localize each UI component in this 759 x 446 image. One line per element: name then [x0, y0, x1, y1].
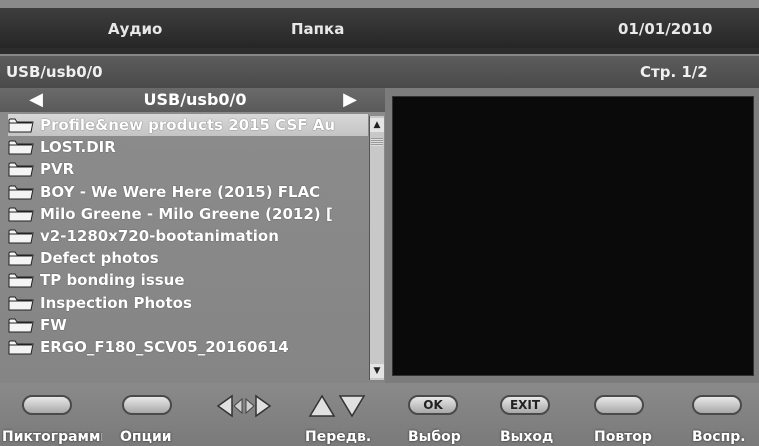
folder-nav-label: USB/usb0/0	[143, 90, 247, 109]
folder-icon	[8, 273, 34, 288]
thumbnails-label: Пиктограммы	[2, 429, 102, 445]
folder-icon	[8, 162, 34, 177]
file-name: LOST.DIR	[40, 138, 116, 157]
view-mode-label: Папка	[291, 20, 345, 38]
file-name: Profile&new products 2015 CSF Au	[40, 116, 336, 134]
file-list-item[interactable]: Inspection Photos	[8, 292, 368, 314]
up-down-arrows-icon[interactable]	[308, 393, 366, 419]
page-indicator: Стр. 1/2	[640, 63, 708, 81]
repeat-label: Повтор	[594, 429, 652, 445]
file-name: ERGO_F180_SCV05_20160614	[40, 338, 289, 356]
left-right-arrows-icon[interactable]	[216, 393, 272, 419]
file-list-item[interactable]: Milo Greene - Milo Greene (2012) [	[8, 203, 368, 225]
file-name: Defect photos	[40, 249, 159, 268]
file-list-item[interactable]: v2-1280x720-bootanimation	[8, 225, 368, 247]
scroll-thumb[interactable]	[371, 138, 383, 146]
folder-icon	[8, 251, 34, 266]
transfer-label: Передв.	[305, 429, 372, 445]
file-list-item[interactable]: LOST.DIR	[8, 136, 368, 158]
options-label: Опции	[120, 429, 172, 445]
nav-prev-icon[interactable]: ◀	[26, 88, 46, 112]
folder-icon	[8, 207, 34, 222]
exit-label: Выход	[500, 429, 554, 445]
file-name: Inspection Photos	[40, 293, 192, 312]
nav-next-icon[interactable]: ▶	[340, 88, 360, 112]
options-button[interactable]	[122, 395, 172, 415]
file-list-scrollbar[interactable]: ▲ ▼	[369, 116, 384, 380]
folder-icon	[8, 229, 34, 244]
folder-icon	[8, 140, 34, 155]
play-button[interactable]	[692, 395, 742, 415]
folder-icon	[8, 185, 34, 200]
folder-icon	[8, 340, 34, 355]
file-name: PVR	[40, 160, 75, 179]
folder-icon	[8, 318, 34, 333]
folder-icon	[8, 118, 34, 133]
file-list-item[interactable]: PVR	[8, 158, 368, 180]
file-name: BOY - We Were Here (2015) FLAC	[40, 182, 321, 201]
file-list-item[interactable]: BOY - We Were Here (2015) FLAC	[8, 181, 368, 203]
thumbnails-button[interactable]	[22, 395, 72, 415]
current-path: USB/usb0/0	[6, 63, 103, 81]
file-list-item[interactable]: TP bonding issue	[8, 269, 368, 291]
play-label: Воспр.	[692, 429, 746, 445]
category-label: Аудио	[108, 20, 163, 38]
repeat-button[interactable]	[594, 395, 644, 415]
scroll-down-icon[interactable]: ▼	[370, 364, 384, 378]
file-name: v2-1280x720-bootanimation	[40, 227, 279, 245]
file-list-item[interactable]: ERGO_F180_SCV05_20160614	[8, 336, 368, 358]
select-label: Выбор	[408, 429, 461, 445]
file-name: TP bonding issue	[40, 271, 185, 290]
file-list-item[interactable]: Defect photos	[8, 247, 368, 269]
file-list-item[interactable]: Profile&new products 2015 CSF Au	[8, 114, 368, 136]
file-name: Milo Greene - Milo Greene (2012) [	[40, 204, 333, 223]
file-list-item[interactable]: FW	[8, 314, 368, 336]
file-name: FW	[40, 315, 67, 334]
preview-area	[392, 96, 754, 376]
ok-key-button[interactable]: OK	[408, 395, 458, 415]
scroll-up-icon[interactable]: ▲	[370, 118, 384, 132]
exit-key-button[interactable]: EXIT	[500, 395, 550, 415]
folder-icon	[8, 296, 34, 311]
